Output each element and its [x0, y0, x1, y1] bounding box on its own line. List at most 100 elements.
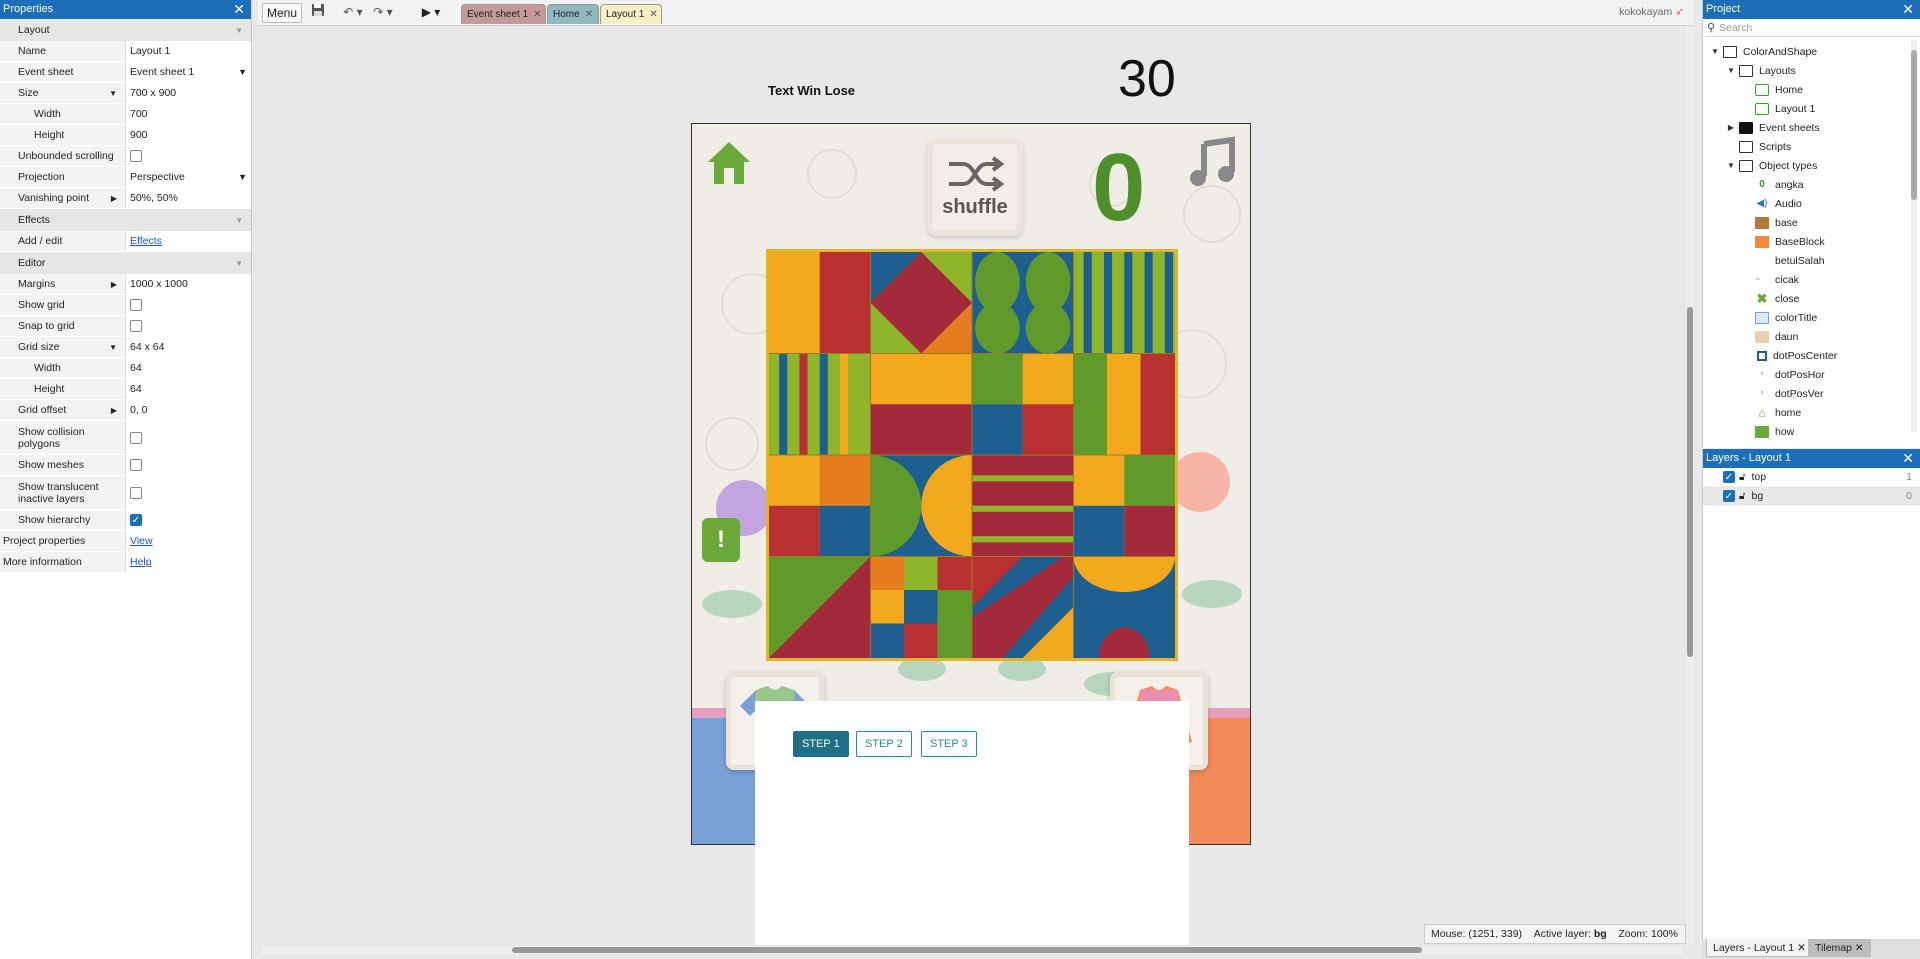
tab-tilemap[interactable]: Tilemap ✕ [1808, 939, 1871, 957]
tree-object[interactable]: ~ cicak [1753, 270, 1799, 289]
show-collision-checkbox[interactable] [130, 431, 142, 444]
project-search-input[interactable]: ⚲ Search [1703, 19, 1920, 37]
close-icon[interactable]: ✕ [649, 9, 657, 20]
shuffle-button[interactable]: shuffle [927, 138, 1023, 236]
tree-object[interactable]: colorTitle [1753, 308, 1817, 327]
play-icon[interactable]: ▶ ▾ [418, 3, 444, 23]
tree-object[interactable]: daun [1753, 327, 1798, 346]
projection-select[interactable]: Perspective ▼ [126, 167, 251, 187]
step-3-button[interactable]: STEP 3 [921, 731, 977, 757]
layer-row-top[interactable]: ✓ 🔓︎ top 1 [1703, 468, 1920, 487]
unbounded-checkbox[interactable] [130, 150, 142, 162]
section-effects[interactable]: Effects ▼ [0, 209, 251, 231]
grid-height-field[interactable]: 64 [126, 379, 251, 399]
sprite-icon [1755, 255, 1769, 267]
tree-object[interactable]: ▫ dotPosHor [1753, 365, 1825, 384]
tree-layout-home[interactable]: Home [1753, 80, 1803, 99]
lock-icon[interactable]: 🔓︎ [1739, 491, 1745, 502]
expand-icon[interactable]: ▶ [111, 194, 117, 203]
tab-event-sheet-1[interactable]: Event sheet 1 ✕ [461, 4, 546, 24]
sprite-icon [1755, 235, 1769, 248]
tree-event-sheets-folder[interactable]: ▶ Event sheets [1725, 118, 1820, 137]
tree-object[interactable]: betulSalah [1753, 251, 1825, 270]
tree-root[interactable]: ▼ ColorAndShape [1709, 42, 1817, 61]
canvas-horizontal-scrollbar[interactable] [262, 946, 1682, 954]
layer-visible-checkbox[interactable]: ✓ [1723, 471, 1735, 483]
tree-object[interactable]: dotPosCenter [1753, 346, 1837, 365]
collapse-icon[interactable]: ▼ [235, 216, 243, 225]
menu-button[interactable]: Menu [262, 3, 302, 23]
section-layout[interactable]: Layout ▼ [0, 19, 251, 41]
tree-object[interactable]: ⌂ home [1753, 403, 1801, 422]
expand-icon[interactable]: ▼ [109, 89, 117, 98]
grid-offset-field[interactable]: 0, 0 [126, 400, 251, 420]
tree-object[interactable]: base [1753, 213, 1798, 232]
expand-icon[interactable]: ▼ [109, 343, 117, 352]
tree-object[interactable]: ✖ close [1753, 289, 1800, 308]
step-2-button[interactable]: STEP 2 [856, 731, 912, 757]
layout-canvas[interactable]: Text Win Lose 30 shuffle 0 ! STEP 1 STEP… [258, 27, 1686, 945]
collapse-icon[interactable]: ▼ [235, 26, 243, 35]
undo-icon[interactable]: ↶ ▾ [340, 3, 366, 23]
view-link[interactable]: View [130, 535, 153, 547]
section-editor[interactable]: Editor ▼ [0, 252, 251, 274]
close-icon[interactable]: ✕ [1902, 449, 1914, 467]
home-icon[interactable] [704, 138, 754, 188]
user-name[interactable]: kokokayam ➶ [1619, 6, 1684, 18]
tab-layout-1[interactable]: Layout 1 ✕ [600, 4, 662, 24]
scroll-thumb[interactable] [512, 947, 1422, 953]
close-icon[interactable]: ✕ [1855, 942, 1864, 954]
close-icon[interactable]: ✕ [1797, 942, 1806, 954]
show-meshes-checkbox[interactable] [130, 459, 142, 471]
lock-icon[interactable]: 🔓︎ [1739, 472, 1745, 483]
project-scrollbar[interactable] [1911, 40, 1917, 432]
close-icon[interactable]: ✕ [585, 9, 593, 20]
name-field[interactable]: Layout 1 [126, 41, 251, 61]
scroll-thumb[interactable] [1687, 307, 1693, 657]
tree-layout-1[interactable]: Layout 1 [1753, 99, 1815, 118]
tree-object[interactable]: how [1753, 422, 1794, 441]
height-field[interactable]: 900 [126, 125, 251, 145]
vanishing-field[interactable]: 50%, 50% [126, 188, 251, 208]
tree-object-types-folder[interactable]: ▼ Object types [1725, 156, 1817, 175]
show-grid-checkbox[interactable] [130, 299, 142, 311]
grid-size-field[interactable]: 64 x 64 [126, 337, 251, 357]
expand-icon[interactable]: ▶ [111, 406, 117, 415]
collapse-icon[interactable]: ▼ [235, 259, 243, 268]
canvas-vertical-scrollbar[interactable] [1686, 27, 1694, 945]
tab-home[interactable]: Home ✕ [547, 4, 599, 24]
show-translucent-checkbox[interactable] [130, 486, 142, 499]
grid-width-field[interactable]: 64 [126, 358, 251, 378]
tree-object[interactable]: ◀) Audio [1753, 194, 1801, 213]
scroll-thumb[interactable] [1911, 50, 1917, 200]
width-field[interactable]: 700 [126, 104, 251, 124]
layer-visible-checkbox[interactable]: ✓ [1723, 490, 1735, 502]
puzzle-board[interactable] [766, 249, 1178, 661]
margins-field[interactable]: 1000 x 1000 [126, 274, 251, 294]
size-field[interactable]: 700 x 900 [126, 83, 251, 103]
effects-link[interactable]: Effects [130, 235, 162, 247]
music-icon[interactable] [1186, 136, 1238, 188]
score-text[interactable]: 0 [1092, 138, 1145, 238]
tree-object[interactable]: ▫ dotPosVer [1753, 384, 1824, 403]
tree-object[interactable]: BaseBlock [1753, 232, 1825, 251]
alert-icon[interactable]: ! [702, 518, 740, 562]
tab-layers[interactable]: Layers - Layout 1 ✕ [1706, 939, 1813, 957]
expand-icon[interactable]: ▶ [111, 280, 117, 289]
text-win-lose[interactable]: Text Win Lose [768, 83, 855, 98]
snap-grid-checkbox[interactable] [130, 320, 142, 332]
close-icon[interactable]: ✕ [533, 9, 541, 20]
redo-icon[interactable]: ↷ ▾ [370, 3, 396, 23]
step-1-button[interactable]: STEP 1 [793, 731, 849, 757]
help-link[interactable]: Help [130, 556, 152, 568]
close-icon[interactable]: ✕ [233, 0, 245, 18]
event-sheet-select[interactable]: Event sheet 1 ▼ [126, 62, 251, 82]
timer-text[interactable]: 30 [1118, 49, 1176, 109]
tree-scripts-folder[interactable]: Scripts [1737, 137, 1791, 156]
tree-object[interactable]: 0 angka [1753, 175, 1803, 194]
show-hierarchy-checkbox[interactable]: ✓ [130, 514, 142, 526]
tree-layouts-folder[interactable]: ▼ Layouts [1725, 61, 1796, 80]
save-icon[interactable] [308, 3, 328, 23]
close-icon[interactable]: ✕ [1902, 0, 1914, 18]
layer-row-bg[interactable]: ✓ 🔓︎ bg 0 [1703, 487, 1920, 506]
